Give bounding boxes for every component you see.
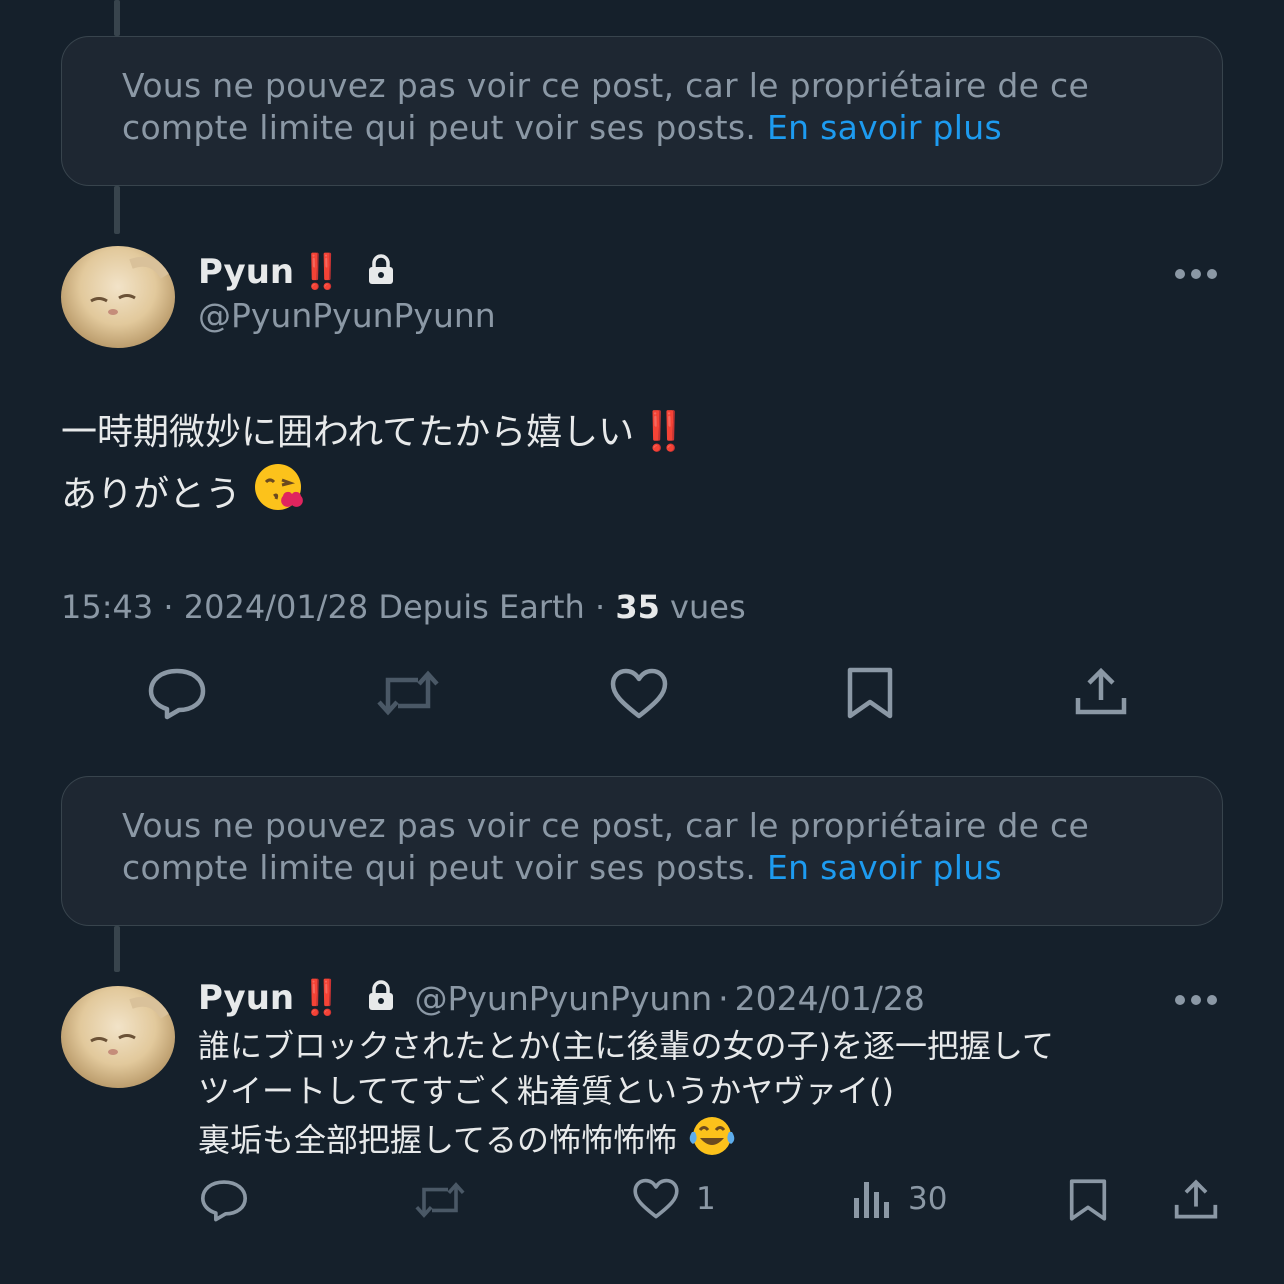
tweet-line: 一時期微妙に囲われてたから嬉しい ‼️ [61, 402, 688, 462]
like-button[interactable] [609, 668, 669, 720]
double-exclamation-emoji: ‼️ [300, 252, 342, 292]
tweet-line: ありがとう [61, 462, 681, 530]
heart-icon [633, 1178, 679, 1219]
tweet-source: Depuis Earth [378, 588, 585, 626]
learn-more-link[interactable]: En savoir plus [767, 848, 1002, 887]
timeline: Vous ne pouvez pas voir ce post, car le … [0, 0, 1284, 1284]
share-button[interactable] [1173, 1178, 1219, 1220]
thread-line [114, 926, 120, 972]
retweet-button[interactable] [412, 1180, 468, 1220]
display-name[interactable]: Pyun [198, 978, 294, 1018]
double-exclamation-emoji: ‼️ [640, 409, 687, 453]
retweet-icon [377, 670, 439, 716]
views-label[interactable]: vues [670, 588, 746, 626]
double-exclamation-emoji: ‼️ [300, 978, 342, 1018]
heart-icon [610, 668, 668, 719]
separator: · [594, 588, 606, 626]
lock-icon [366, 254, 396, 290]
tweet-line-text: 一時期微妙に囲われてたから嬉しい [61, 412, 635, 453]
learn-more-link[interactable]: En savoir plus [767, 108, 1002, 147]
reply-icon [148, 668, 206, 720]
reply-button[interactable] [199, 1178, 249, 1222]
reply-line: 誰にブロックされたとか(主に後輩の女の子)を逐一把握して [198, 1027, 1055, 1065]
bookmark-icon [1069, 1179, 1107, 1221]
share-icon [1075, 667, 1127, 715]
bookmark-icon [847, 667, 893, 719]
tweet-date[interactable]: 2024/01/28 [735, 979, 925, 1018]
tweet-meta: 15:43 · 2024/01/28 Depuis Earth · 35 vue… [61, 588, 746, 626]
more-icon[interactable] [1174, 990, 1218, 1014]
avatar[interactable] [61, 986, 175, 1088]
retweet-button[interactable] [374, 668, 442, 718]
avatar[interactable] [61, 246, 175, 348]
more-icon[interactable] [1174, 264, 1218, 288]
tweet-date[interactable]: 2024/01/28 [184, 588, 368, 626]
display-name[interactable]: Pyun [198, 252, 294, 292]
reply-line: ツイートしててすごく粘着質というかヤヴァイ() [198, 1072, 895, 1110]
tears-of-joy-emoji [687, 1114, 737, 1170]
thread-line [114, 0, 120, 36]
bookmark-button[interactable] [846, 666, 894, 720]
restricted-post-notice: Vous ne pouvez pas voir ce post, car le … [61, 36, 1223, 186]
reply-line: 裏垢も全部把握してるの怖怖怖怖 [198, 1114, 1054, 1170]
like-count: 1 [696, 1181, 716, 1217]
like-button[interactable]: 1 [632, 1178, 716, 1220]
reply-line-text: 裏垢も全部把握してるの怖怖怖怖 [198, 1121, 678, 1159]
handle-row: @PyunPyunPyunn [198, 296, 496, 335]
kiss-face-emoji [252, 462, 306, 530]
reply-icon [200, 1180, 248, 1222]
views-button[interactable]: 30 [852, 1178, 947, 1220]
tweet-line-text: ありがとう [61, 474, 242, 515]
author-row: Pyun ‼️ @PyunPyunPyunn · 2024/01/28 [198, 978, 925, 1018]
share-icon [1174, 1179, 1218, 1219]
lock-icon [366, 980, 396, 1016]
reply-button[interactable] [147, 666, 207, 720]
tweet-text: 一時期微妙に囲われてたから嬉しい ‼️ ありがとう [61, 402, 688, 530]
handle[interactable]: @PyunPyunPyunn [198, 296, 496, 335]
views-count[interactable]: 35 [615, 588, 660, 626]
share-button[interactable] [1074, 666, 1128, 716]
tweet-time[interactable]: 15:43 [61, 588, 153, 626]
restricted-post-notice: Vous ne pouvez pas voir ce post, car le … [61, 776, 1223, 926]
views-icon [854, 1182, 889, 1218]
retweet-icon [415, 1182, 465, 1218]
thread-line [114, 186, 120, 234]
views-count: 30 [908, 1181, 948, 1217]
handle[interactable]: @PyunPyunPyunn [414, 979, 712, 1018]
bookmark-button[interactable] [1068, 1178, 1108, 1222]
author-row: Pyun ‼️ [198, 252, 396, 292]
separator: · [163, 588, 174, 626]
reply-text: 誰にブロックされたとか(主に後輩の女の子)を逐一把握して ツイートしててすごく粘… [198, 1024, 1054, 1170]
separator: · [718, 978, 729, 1018]
